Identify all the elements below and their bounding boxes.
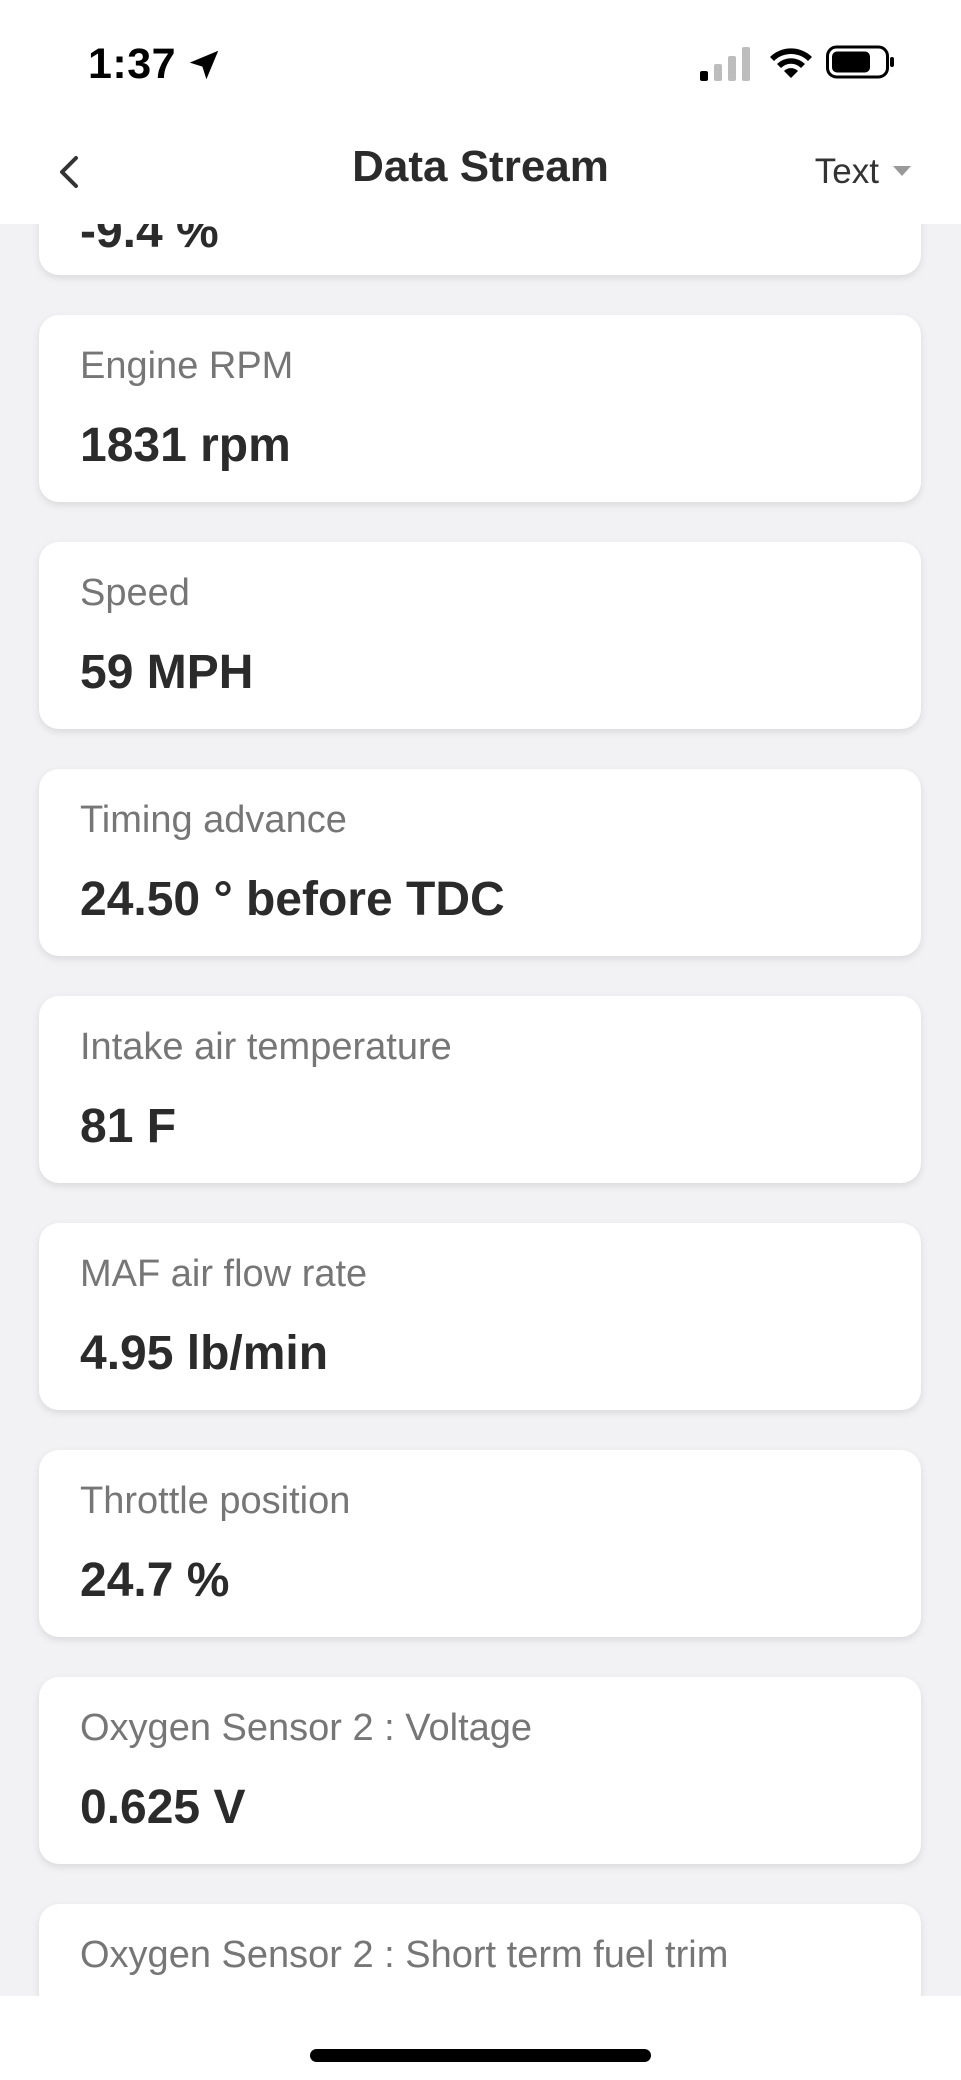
data-card-o2-sensor-2-voltage: Oxygen Sensor 2 : Voltage 0.625 V	[39, 1677, 921, 1864]
data-card-value: 59 MPH	[80, 646, 254, 699]
status-time: 1:37	[88, 40, 177, 88]
chevron-left-icon	[60, 156, 78, 188]
view-mode-label: Text	[814, 152, 879, 191]
data-card-label: Oxygen Sensor 2 : Voltage	[80, 1707, 533, 1749]
data-card-label: Timing advance	[80, 799, 347, 841]
data-card-label: Speed	[80, 572, 190, 614]
bottom-bar	[0, 1996, 961, 2080]
view-mode-dropdown[interactable]: Text	[815, 150, 911, 194]
battery-icon	[826, 45, 894, 79]
data-card-label: Intake air temperature	[80, 1026, 452, 1068]
caret-down-icon	[893, 166, 911, 176]
back-button[interactable]	[48, 142, 92, 202]
data-card-value: 1831 rpm	[80, 419, 291, 472]
data-stream-list[interactable]: -9.4 % Engine RPM 1831 rpm Speed 59 MPH …	[0, 0, 961, 2000]
data-card-intake-air-temperature: Intake air temperature 81 F	[39, 996, 921, 1183]
data-card-value: 24.7 %	[80, 1554, 230, 1607]
data-card-timing-advance: Timing advance 24.50 ° before TDC	[39, 769, 921, 956]
cellular-signal-icon	[700, 47, 750, 81]
data-card-label: Throttle position	[80, 1480, 351, 1522]
data-card-label: Engine RPM	[80, 345, 294, 387]
data-card-value: 0.625 V	[80, 1781, 246, 1834]
wifi-icon	[770, 48, 812, 78]
data-card-engine-rpm: Engine RPM 1831 rpm	[39, 315, 921, 502]
data-card-label: MAF air flow rate	[80, 1253, 368, 1295]
navigation-bar: Data Stream Text	[0, 120, 961, 224]
data-card-value: 24.50 ° before TDC	[80, 873, 505, 926]
data-card-throttle-position: Throttle position 24.7 %	[39, 1450, 921, 1637]
data-card-speed: Speed 59 MPH	[39, 542, 921, 729]
data-card-label: Oxygen Sensor 2 : Short term fuel trim	[80, 1934, 729, 1976]
data-card-value: 81 F	[80, 1100, 177, 1153]
data-card-o2-sensor-2-short-term-fuel-trim: Oxygen Sensor 2 : Short term fuel trim	[39, 1904, 921, 2000]
status-bar: 1:37	[0, 0, 961, 120]
data-card-value: 4.95 lb/min	[80, 1327, 329, 1380]
home-indicator[interactable]	[310, 2049, 651, 2062]
location-arrow-icon	[189, 50, 219, 80]
data-card-maf-air-flow-rate: MAF air flow rate 4.95 lb/min	[39, 1223, 921, 1410]
